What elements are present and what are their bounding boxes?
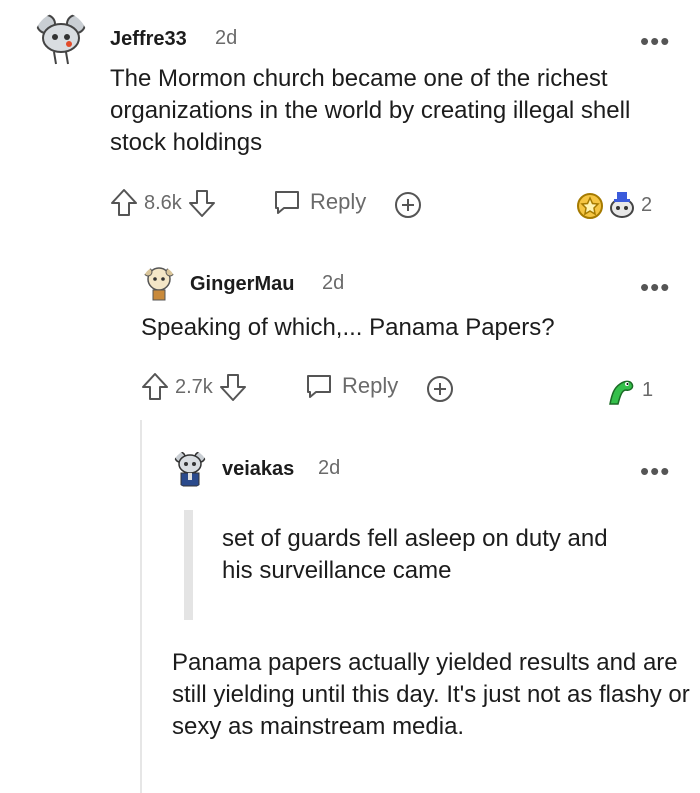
- more-options-icon[interactable]: •••: [640, 28, 670, 54]
- reply-icon: [304, 372, 334, 400]
- more-options-icon[interactable]: •••: [640, 458, 670, 484]
- comment-age: 2d: [322, 272, 345, 294]
- awards[interactable]: 2: [575, 190, 652, 220]
- comment-age: 2d: [318, 457, 341, 479]
- award-icon: [575, 190, 605, 220]
- user-avatar-icon[interactable]: [142, 266, 176, 302]
- downvote-icon[interactable]: [219, 372, 247, 402]
- quote-bar: [184, 510, 193, 620]
- comment-body: The Mormon church became one of the rich…: [110, 65, 631, 156]
- vote-controls: 8.6k: [110, 188, 216, 218]
- thread-line-level2[interactable]: [140, 420, 142, 793]
- comment-age: 2d: [215, 27, 238, 49]
- more-options-icon[interactable]: •••: [640, 274, 670, 300]
- quoted-text: set of guards fell asleep on duty and hi…: [222, 525, 608, 584]
- reply-label: Reply: [342, 373, 399, 398]
- user-avatar-icon[interactable]: [34, 12, 88, 68]
- vote-count: 8.6k: [144, 191, 182, 214]
- award-icon: [604, 374, 636, 406]
- reply-icon: [272, 188, 302, 216]
- downvote-icon[interactable]: [188, 188, 216, 218]
- reply-label: Reply: [310, 189, 367, 214]
- awards-count: 2: [641, 193, 653, 216]
- comment-username[interactable]: Jeffre33: [110, 28, 187, 51]
- add-award-icon[interactable]: [425, 374, 455, 404]
- vote-controls: 2.7k: [141, 372, 247, 402]
- reply-button[interactable]: Reply: [304, 372, 398, 400]
- comment-body: Speaking of which,... Panama Papers?: [141, 314, 555, 341]
- user-avatar-icon[interactable]: [172, 450, 208, 488]
- comment-username[interactable]: GingerMau: [190, 273, 294, 296]
- comment-username[interactable]: veiakas: [222, 458, 294, 481]
- upvote-icon[interactable]: [110, 188, 138, 218]
- comment-body: Panama papers actually yielded results a…: [172, 649, 690, 740]
- add-award-icon[interactable]: [393, 190, 423, 220]
- awards-count: 1: [642, 378, 654, 401]
- vote-count: 2.7k: [175, 375, 213, 398]
- awards[interactable]: 1: [604, 374, 653, 406]
- reply-button[interactable]: Reply: [272, 188, 366, 216]
- award-icon: [607, 190, 637, 220]
- upvote-icon[interactable]: [141, 372, 169, 402]
